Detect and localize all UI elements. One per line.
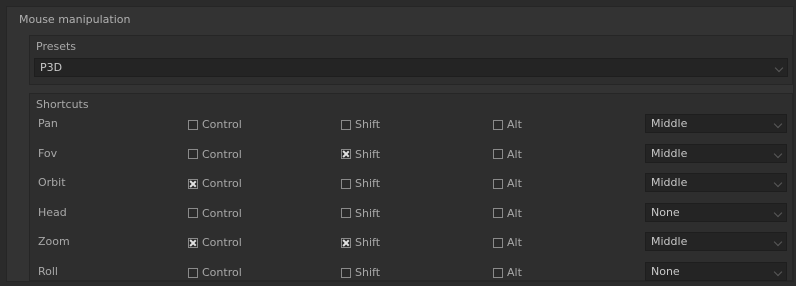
mouse-manipulation-panel: Mouse manipulation Presets P3D Shortcuts… bbox=[6, 6, 794, 282]
alt-checkbox[interactable]: Alt bbox=[493, 207, 522, 220]
shift-checkbox[interactable]: Shift bbox=[341, 177, 380, 190]
shortcut-label: Fov bbox=[38, 146, 58, 160]
presets-value: P3D bbox=[40, 61, 63, 74]
shortcut-row-orbit: Orbit Control Shift Alt Middle bbox=[30, 173, 792, 197]
alt-checkbox[interactable]: Alt bbox=[493, 266, 522, 279]
shift-checkbox-label: Shift bbox=[355, 177, 381, 191]
shift-checkbox-label: Shift bbox=[355, 206, 381, 220]
chevron-down-icon bbox=[773, 149, 783, 158]
mouse-button-dropdown[interactable]: Middle bbox=[645, 114, 787, 133]
checkbox-unchecked-icon bbox=[341, 208, 351, 219]
checkbox-unchecked-icon bbox=[188, 208, 198, 219]
shortcut-row-pan: Pan Control Shift Alt Middle bbox=[30, 114, 792, 138]
shift-checkbox[interactable]: Shift bbox=[341, 266, 380, 279]
checkbox-unchecked-icon bbox=[493, 267, 503, 278]
shortcut-label: Orbit bbox=[38, 176, 66, 190]
shortcut-label: Head bbox=[38, 205, 67, 219]
alt-checkbox-label: Alt bbox=[507, 206, 522, 220]
alt-checkbox-label: Alt bbox=[507, 236, 522, 250]
mouse-button-value: None bbox=[651, 205, 680, 219]
shift-checkbox[interactable]: Shift bbox=[341, 148, 380, 161]
shift-checkbox-label: Shift bbox=[355, 236, 381, 250]
checkbox-unchecked-icon bbox=[188, 119, 198, 130]
shift-checkbox[interactable]: Shift bbox=[341, 207, 380, 220]
mouse-button-dropdown[interactable]: None bbox=[645, 262, 787, 281]
control-checkbox-label: Control bbox=[202, 236, 242, 250]
presets-group: Presets P3D bbox=[29, 35, 793, 85]
chevron-down-icon bbox=[773, 208, 783, 218]
checkbox-unchecked-icon bbox=[493, 119, 503, 130]
shortcut-row-zoom: Zoom Control Shift Alt Middle bbox=[30, 232, 792, 256]
mouse-button-dropdown[interactable]: Middle bbox=[645, 232, 787, 252]
control-checkbox[interactable]: Control bbox=[188, 148, 242, 161]
alt-checkbox-label: Alt bbox=[507, 147, 522, 161]
control-checkbox[interactable]: Control bbox=[188, 177, 242, 190]
chevron-down-icon bbox=[773, 267, 783, 277]
chevron-down-icon bbox=[774, 63, 784, 73]
shortcut-row-fov: Fov Control Shift Alt Middle bbox=[30, 143, 792, 168]
presets-label: Presets bbox=[36, 40, 77, 53]
shortcut-label: Roll bbox=[38, 265, 58, 278]
checkbox-checked-icon bbox=[188, 237, 198, 248]
shift-checkbox-label: Shift bbox=[355, 118, 381, 131]
control-checkbox[interactable]: Control bbox=[188, 207, 242, 220]
alt-checkbox[interactable]: Alt bbox=[493, 118, 522, 131]
checkbox-unchecked-icon bbox=[341, 178, 351, 189]
mouse-button-dropdown[interactable]: Middle bbox=[645, 173, 787, 193]
control-checkbox[interactable]: Control bbox=[188, 236, 242, 249]
alt-checkbox[interactable]: Alt bbox=[493, 236, 522, 249]
checkbox-unchecked-icon bbox=[341, 267, 351, 278]
chevron-down-icon bbox=[773, 178, 783, 188]
control-checkbox[interactable]: Control bbox=[188, 118, 242, 131]
checkbox-unchecked-icon bbox=[493, 178, 503, 189]
mouse-button-value: Middle bbox=[651, 117, 688, 130]
control-checkbox-label: Control bbox=[202, 147, 242, 161]
checkbox-unchecked-icon bbox=[188, 267, 198, 278]
checkbox-unchecked-icon bbox=[188, 149, 198, 160]
panel-title: Mouse manipulation bbox=[19, 13, 131, 26]
shortcut-row-head: Head Control Shift Alt None bbox=[30, 202, 792, 227]
alt-checkbox[interactable]: Alt bbox=[493, 177, 522, 190]
shortcuts-label: Shortcuts bbox=[36, 98, 89, 111]
checkbox-checked-icon bbox=[188, 178, 198, 189]
control-checkbox-label: Control bbox=[202, 266, 242, 279]
shift-checkbox[interactable]: Shift bbox=[341, 236, 380, 249]
mouse-button-value: Middle bbox=[651, 146, 688, 160]
chevron-down-icon bbox=[773, 238, 783, 247]
mouse-button-dropdown[interactable]: None bbox=[645, 202, 787, 222]
alt-checkbox-label: Alt bbox=[507, 266, 522, 279]
control-checkbox[interactable]: Control bbox=[188, 266, 242, 279]
chevron-down-icon bbox=[773, 119, 783, 129]
shortcut-row-roll: Roll Control Shift Alt None bbox=[30, 262, 792, 286]
checkbox-checked-icon bbox=[341, 149, 351, 160]
alt-checkbox[interactable]: Alt bbox=[493, 148, 522, 161]
control-checkbox-label: Control bbox=[202, 206, 242, 220]
shortcut-label: Pan bbox=[38, 117, 58, 130]
checkbox-unchecked-icon bbox=[493, 208, 503, 219]
mouse-button-dropdown[interactable]: Middle bbox=[645, 143, 787, 163]
checkbox-unchecked-icon bbox=[493, 237, 503, 248]
control-checkbox-label: Control bbox=[202, 177, 242, 191]
control-checkbox-label: Control bbox=[202, 118, 242, 131]
alt-checkbox-label: Alt bbox=[507, 177, 522, 191]
mouse-button-value: None bbox=[651, 265, 680, 278]
mouse-button-value: Middle bbox=[651, 176, 688, 190]
alt-checkbox-label: Alt bbox=[507, 118, 522, 131]
checkbox-checked-icon bbox=[341, 237, 351, 248]
shift-checkbox[interactable]: Shift bbox=[341, 118, 380, 131]
shortcuts-group: Shortcuts Pan Control Shift Alt Middle Fov Con… bbox=[29, 93, 793, 281]
shift-checkbox-label: Shift bbox=[355, 266, 381, 279]
checkbox-unchecked-icon bbox=[493, 149, 503, 160]
mouse-button-value: Middle bbox=[651, 235, 688, 249]
shortcut-label: Zoom bbox=[38, 235, 70, 249]
checkbox-unchecked-icon bbox=[341, 119, 351, 130]
shift-checkbox-label: Shift bbox=[355, 147, 381, 161]
presets-dropdown[interactable]: P3D bbox=[34, 58, 788, 77]
